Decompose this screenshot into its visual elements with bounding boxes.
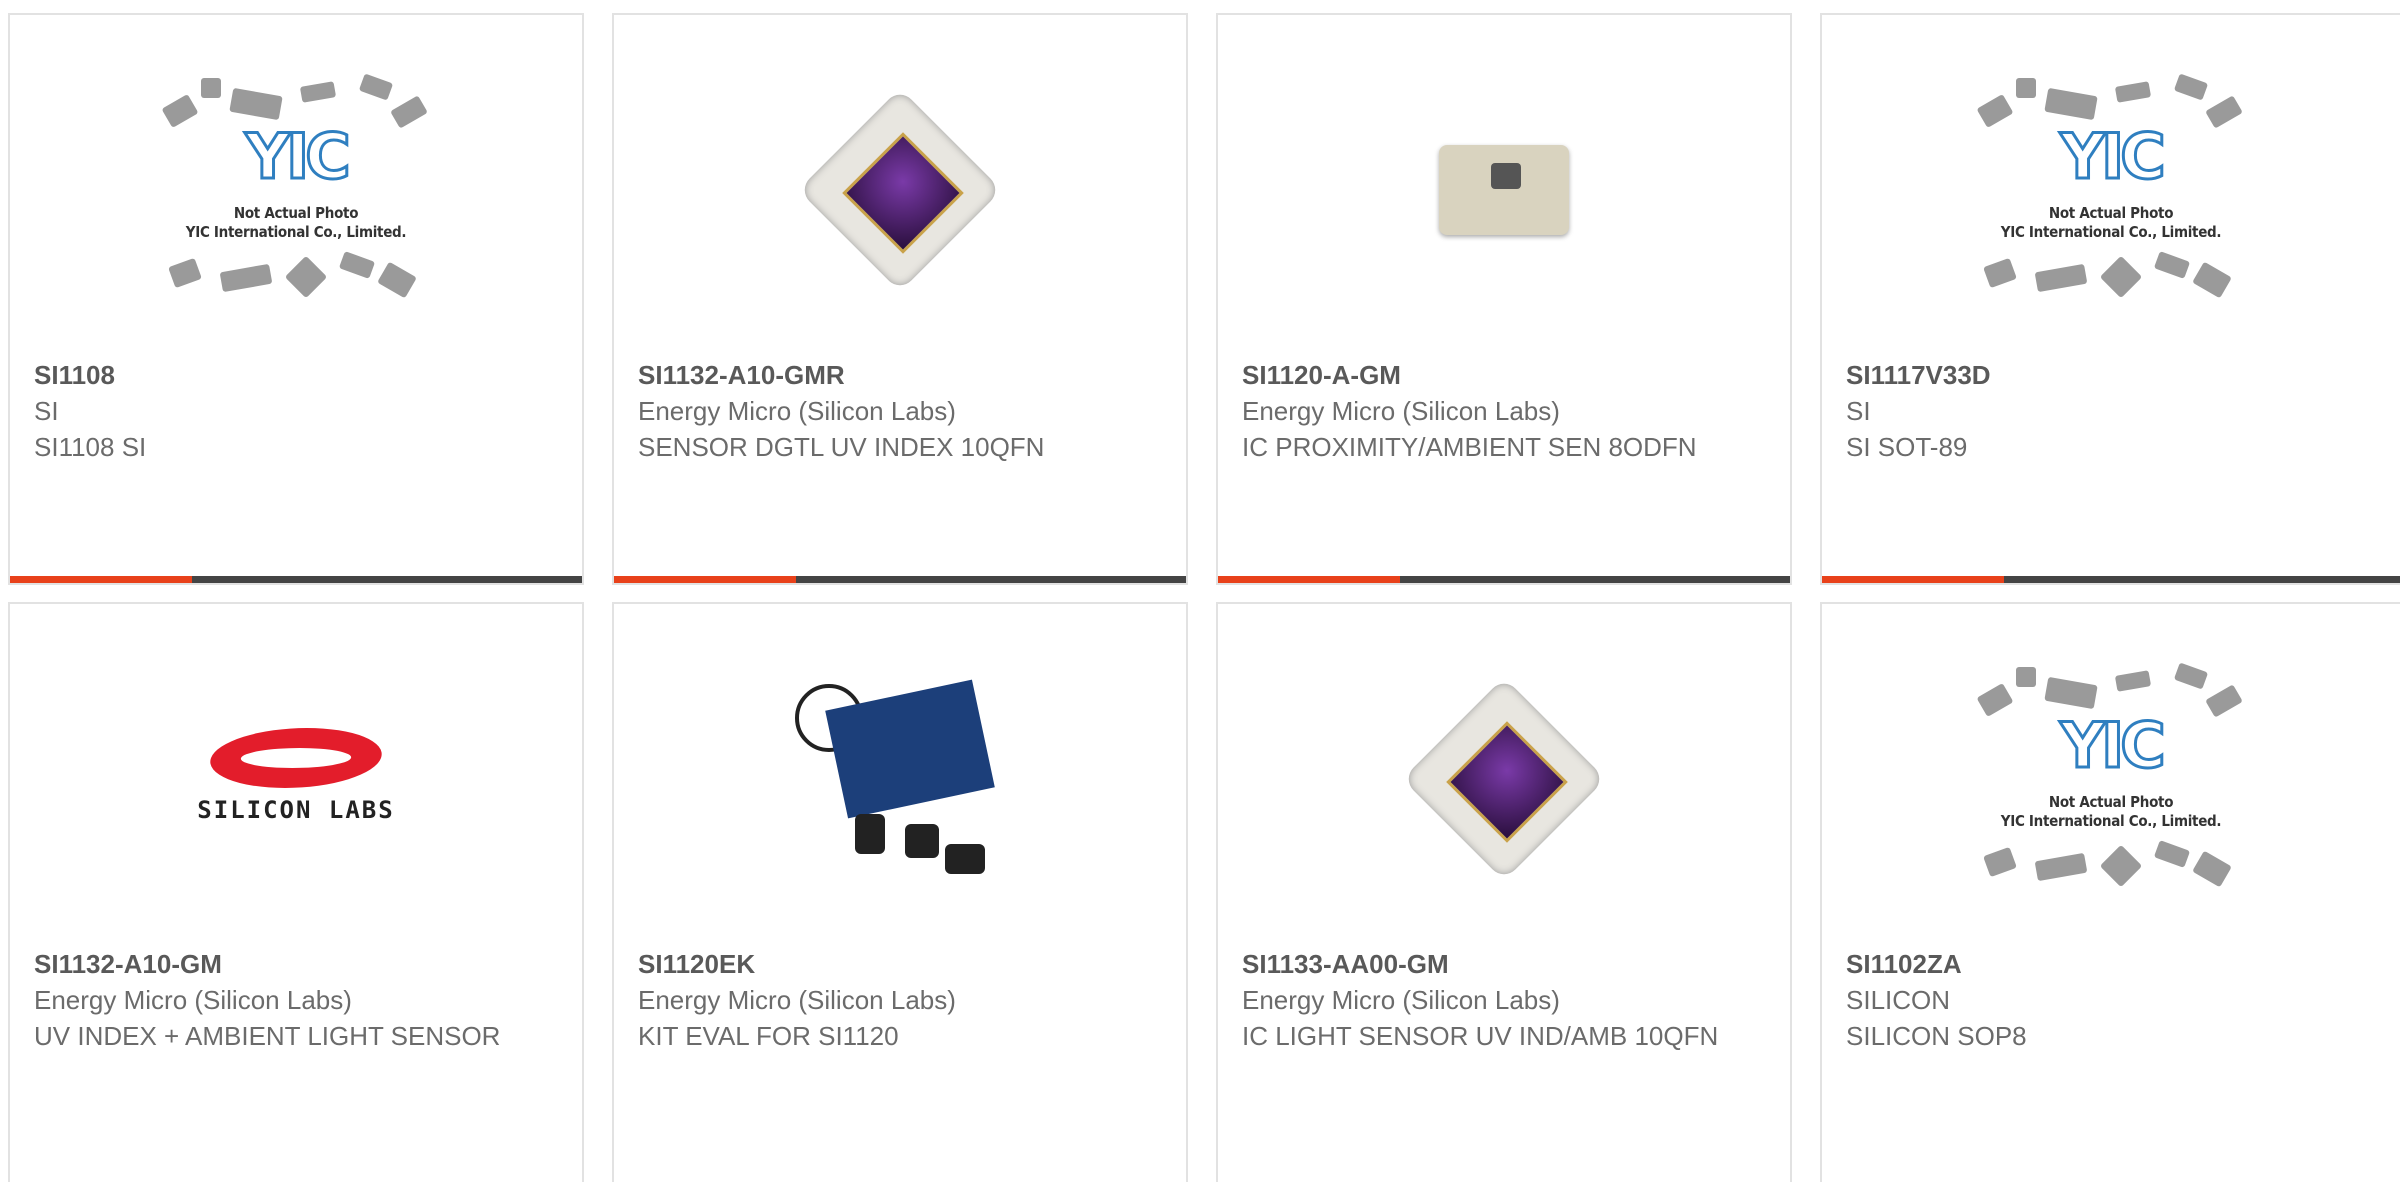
sensor-chip-photo bbox=[1402, 677, 1606, 881]
product-card[interactable]: SI1132-A10-GMR Energy Micro (Silicon Lab… bbox=[612, 13, 1188, 585]
product-image[interactable]: YIC Not Actual Photo YIC International C… bbox=[1822, 72, 2400, 308]
part-number[interactable]: SI1108 bbox=[34, 357, 562, 393]
placeholder-photo: YIC Not Actual Photo YIC International C… bbox=[1976, 72, 2246, 308]
yic-logo: YIC bbox=[244, 120, 352, 193]
manufacturer: SILICON bbox=[1846, 985, 1951, 1015]
description: UV INDEX + AMBIENT LIGHT SENSOR bbox=[34, 1021, 501, 1051]
description: SI SOT-89 bbox=[1846, 432, 1968, 462]
product-card[interactable]: YIC Not Actual Photo YIC International C… bbox=[1820, 602, 2400, 1182]
description: SI1108 SI bbox=[34, 432, 147, 462]
product-card[interactable]: YIC Not Actual Photo YIC International C… bbox=[8, 13, 584, 585]
product-image[interactable] bbox=[1218, 664, 1790, 894]
yic-logo: YIC bbox=[2059, 709, 2167, 782]
proximity-chip-photo bbox=[1429, 115, 1579, 265]
description: SENSOR DGTL UV INDEX 10QFN bbox=[638, 432, 1045, 462]
card-bottom-bar bbox=[614, 576, 1186, 583]
manufacturer: SI bbox=[34, 396, 59, 426]
product-image[interactable]: SILICON LABS bbox=[10, 664, 582, 894]
silicon-labs-logo: SILICON LABS bbox=[181, 724, 411, 834]
manufacturer: Energy Micro (Silicon Labs) bbox=[1242, 396, 1560, 426]
part-number[interactable]: SI1132-A10-GMR bbox=[638, 357, 1166, 393]
product-card[interactable]: SILICON LABS SI1132-A10-GM Energy Micro … bbox=[8, 602, 584, 1182]
yic-logo: YIC bbox=[2059, 120, 2167, 193]
product-image[interactable] bbox=[1218, 75, 1790, 305]
eval-kit-photo bbox=[795, 674, 1005, 884]
manufacturer: Energy Micro (Silicon Labs) bbox=[638, 985, 956, 1015]
part-number[interactable]: SI1132-A10-GM bbox=[34, 946, 562, 982]
product-image[interactable] bbox=[614, 664, 1186, 894]
manufacturer: Energy Micro (Silicon Labs) bbox=[1242, 985, 1560, 1015]
description: IC PROXIMITY/AMBIENT SEN 8ODFN bbox=[1242, 432, 1697, 462]
product-image[interactable] bbox=[614, 75, 1186, 305]
product-card[interactable]: SI1133-AA00-GM Energy Micro (Silicon Lab… bbox=[1216, 602, 1792, 1182]
card-bottom-bar bbox=[1822, 576, 2400, 583]
manufacturer: Energy Micro (Silicon Labs) bbox=[638, 396, 956, 426]
part-number[interactable]: SI1120-A-GM bbox=[1242, 357, 1770, 393]
card-bottom-bar bbox=[1218, 576, 1790, 583]
card-bottom-bar bbox=[10, 576, 582, 583]
product-card[interactable]: SI1120-A-GM Energy Micro (Silicon Labs) … bbox=[1216, 13, 1792, 585]
description: KIT EVAL FOR SI1120 bbox=[638, 1021, 899, 1051]
description: IC LIGHT SENSOR UV IND/AMB 10QFN bbox=[1242, 1021, 1719, 1051]
part-number[interactable]: SI1102ZA bbox=[1846, 946, 2380, 982]
description: SILICON SOP8 bbox=[1846, 1021, 2027, 1051]
sensor-chip-photo bbox=[798, 88, 1002, 292]
part-number[interactable]: SI1133-AA00-GM bbox=[1242, 946, 1770, 982]
product-image[interactable]: YIC Not Actual Photo YIC International C… bbox=[1822, 661, 2400, 897]
part-number[interactable]: SI1120EK bbox=[638, 946, 1166, 982]
product-card[interactable]: YIC Not Actual Photo YIC International C… bbox=[1820, 13, 2400, 585]
manufacturer: SI bbox=[1846, 396, 1871, 426]
product-image[interactable]: YIC Not Actual Photo YIC International C… bbox=[10, 72, 582, 308]
product-card[interactable]: SI1120EK Energy Micro (Silicon Labs) KIT… bbox=[612, 602, 1188, 1182]
placeholder-photo: YIC Not Actual Photo YIC International C… bbox=[1976, 661, 2246, 897]
manufacturer: Energy Micro (Silicon Labs) bbox=[34, 985, 352, 1015]
placeholder-photo: YIC Not Actual Photo YIC International C… bbox=[161, 72, 431, 308]
part-number[interactable]: SI1117V33D bbox=[1846, 357, 2380, 393]
